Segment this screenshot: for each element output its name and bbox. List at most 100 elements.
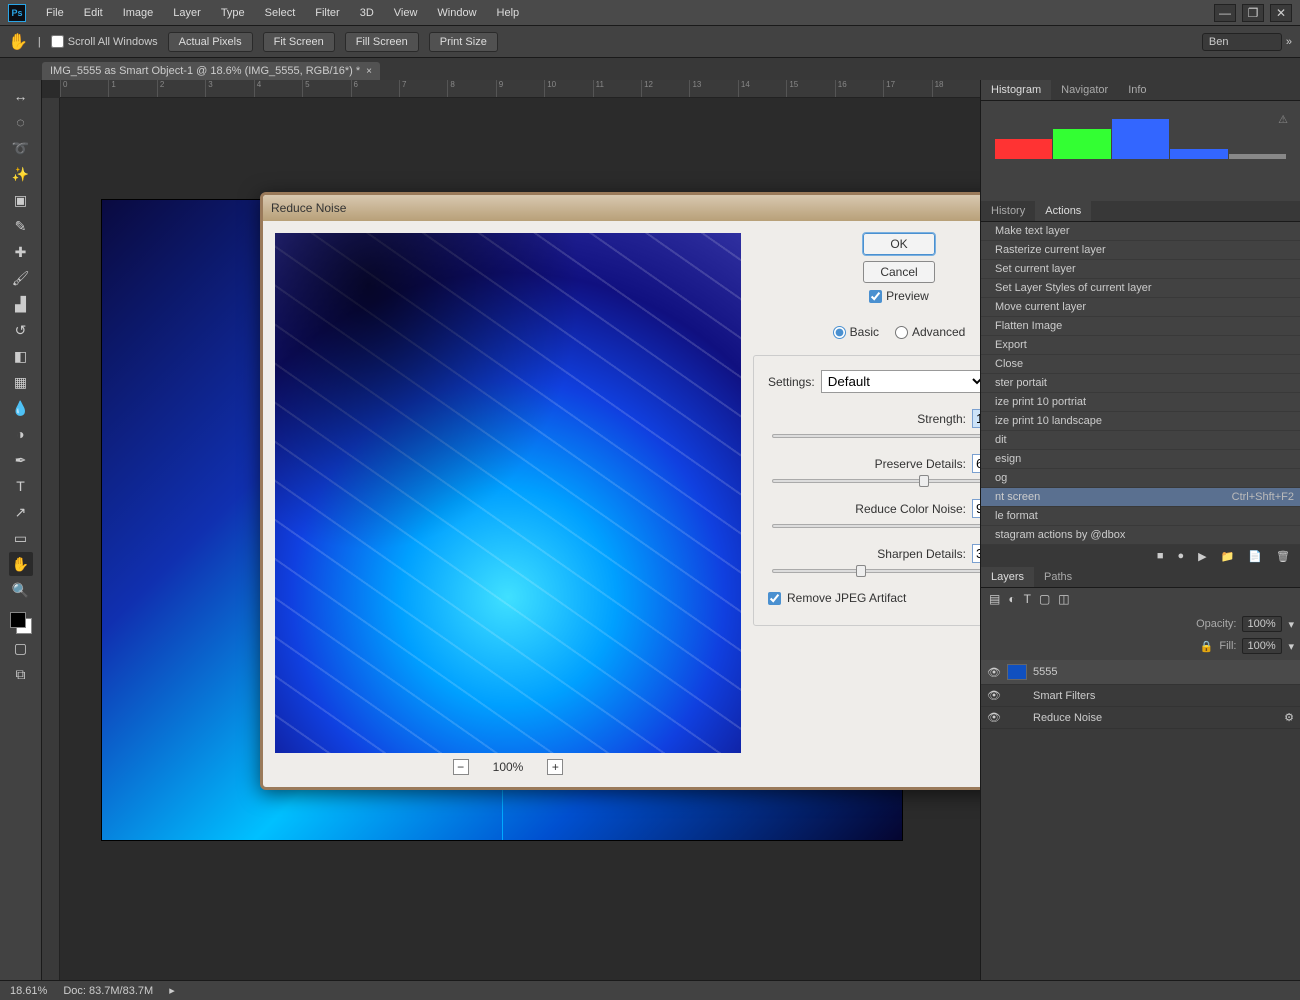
menu-window[interactable]: Window	[427, 3, 486, 23]
tab-layers[interactable]: Layers	[981, 567, 1034, 587]
hand-tool-icon[interactable]: ✋	[9, 552, 33, 576]
strength-slider[interactable]	[772, 434, 980, 438]
action-item[interactable]: ster portait	[981, 374, 1300, 393]
visibility-icon[interactable]: 👁	[987, 711, 1001, 724]
action-item[interactable]: esign	[981, 450, 1300, 469]
stamp-tool-icon[interactable]: ▟	[9, 292, 33, 316]
basic-radio-input[interactable]	[833, 326, 846, 339]
menu-file[interactable]: File	[36, 3, 74, 23]
menu-3d[interactable]: 3D	[350, 3, 384, 23]
remove-jpeg-input[interactable]	[768, 592, 781, 605]
filter-row[interactable]: 👁 Reduce Noise ⚙	[981, 707, 1300, 729]
window-minimize-icon[interactable]: —	[1214, 4, 1236, 22]
color-swatches[interactable]	[10, 612, 32, 634]
trash-icon[interactable]: 🗑	[1276, 550, 1290, 563]
filter-adjust-icon[interactable]: ◐	[1008, 592, 1015, 606]
healing-tool-icon[interactable]: ✚	[9, 240, 33, 264]
play-icon[interactable]: ▶	[1198, 550, 1206, 563]
status-arrow-icon[interactable]: ▸	[169, 984, 175, 997]
type-tool-icon[interactable]: T	[9, 474, 33, 498]
action-item[interactable]: Close	[981, 355, 1300, 374]
advanced-radio[interactable]: Advanced	[895, 325, 965, 339]
visibility-icon[interactable]: 👁	[987, 666, 1001, 679]
zoom-tool-icon[interactable]: 🔍	[9, 578, 33, 602]
sharpen-details-input[interactable]	[972, 544, 980, 563]
fill-screen-button[interactable]: Fill Screen	[345, 32, 419, 52]
scroll-all-checkbox[interactable]: Scroll All Windows	[51, 35, 158, 48]
layer-list[interactable]: 👁 5555 👁 Smart Filters 👁 Reduce Noise ⚙	[981, 660, 1300, 980]
fill-value[interactable]: 100%	[1242, 638, 1282, 654]
dialog-preview-image[interactable]	[275, 233, 741, 753]
move-tool-icon[interactable]: ↔	[9, 84, 33, 108]
history-brush-icon[interactable]: ↺	[9, 318, 33, 342]
cancel-button[interactable]: Cancel	[863, 261, 935, 283]
action-item[interactable]: stagram actions by @dbox	[981, 526, 1300, 545]
tab-actions[interactable]: Actions	[1035, 201, 1091, 221]
action-item[interactable]: ize print 10 landscape	[981, 412, 1300, 431]
chevron-down-icon[interactable]: ▾	[1288, 618, 1294, 631]
action-item[interactable]: Export	[981, 336, 1300, 355]
action-item[interactable]: Set Layer Styles of current layer	[981, 279, 1300, 298]
brush-tool-icon[interactable]: 🖌	[9, 266, 33, 290]
warning-icon[interactable]: ⚠	[1278, 113, 1288, 126]
pen-tool-icon[interactable]: ✒	[9, 448, 33, 472]
preview-checkbox[interactable]: Preview	[869, 289, 929, 303]
layer-thumbnail[interactable]	[1007, 664, 1027, 680]
window-restore-icon[interactable]: ❐	[1242, 4, 1264, 22]
shape-tool-icon[interactable]: ▭	[9, 526, 33, 550]
visibility-icon[interactable]: 👁	[987, 689, 1001, 702]
tab-histogram[interactable]: Histogram	[981, 80, 1051, 100]
print-size-button[interactable]: Print Size	[429, 32, 498, 52]
scroll-all-input[interactable]	[51, 35, 64, 48]
tab-info[interactable]: Info	[1118, 80, 1156, 100]
filter-shape-icon[interactable]: ▢	[1039, 592, 1050, 606]
action-item[interactable]: dit	[981, 431, 1300, 450]
filter-type-icon[interactable]: T	[1024, 592, 1031, 606]
preserve-details-input[interactable]	[972, 454, 980, 473]
menu-edit[interactable]: Edit	[74, 3, 113, 23]
crop-tool-icon[interactable]: ▣	[9, 188, 33, 212]
expand-panels-icon[interactable]: »	[1286, 36, 1292, 48]
tab-history[interactable]: History	[981, 201, 1035, 221]
menu-select[interactable]: Select	[255, 3, 306, 23]
preserve-details-slider[interactable]	[772, 479, 980, 483]
action-item[interactable]: ize print 10 portriat	[981, 393, 1300, 412]
action-item[interactable]: Set current layer	[981, 260, 1300, 279]
actual-pixels-button[interactable]: Actual Pixels	[168, 32, 253, 52]
gradient-tool-icon[interactable]: ▦	[9, 370, 33, 394]
filter-smart-icon[interactable]: ◫	[1058, 592, 1069, 606]
window-close-icon[interactable]: ✕	[1270, 4, 1292, 22]
menu-view[interactable]: View	[384, 3, 428, 23]
menu-layer[interactable]: Layer	[163, 3, 211, 23]
dialog-titlebar[interactable]: Reduce Noise ✕	[263, 195, 980, 221]
tab-paths[interactable]: Paths	[1034, 567, 1082, 587]
opacity-value[interactable]: 100%	[1242, 616, 1282, 632]
smart-filters-row[interactable]: 👁 Smart Filters	[981, 685, 1300, 707]
action-item-selected[interactable]: nt screenCtrl+Shft+F2	[981, 488, 1300, 507]
chevron-down-icon[interactable]: ▾	[1288, 640, 1294, 653]
screenmode-icon[interactable]: ⧉	[9, 662, 33, 686]
tab-navigator[interactable]: Navigator	[1051, 80, 1118, 100]
quickmask-icon[interactable]: ▢	[9, 636, 33, 660]
fit-screen-button[interactable]: Fit Screen	[263, 32, 335, 52]
reduce-color-noise-slider[interactable]	[772, 524, 980, 528]
lasso-tool-icon[interactable]: ➰	[9, 136, 33, 160]
action-item[interactable]: og	[981, 469, 1300, 488]
action-item[interactable]: Rasterize current layer	[981, 241, 1300, 260]
menu-image[interactable]: Image	[113, 3, 164, 23]
canvas-area[interactable]: 0123456789101112131415161718 Reduce Nois…	[42, 80, 980, 980]
marquee-tool-icon[interactable]: ◌	[9, 110, 33, 134]
ok-button[interactable]: OK	[863, 233, 935, 255]
layer-row[interactable]: 👁 5555	[981, 660, 1300, 685]
menu-filter[interactable]: Filter	[305, 3, 349, 23]
advanced-radio-input[interactable]	[895, 326, 908, 339]
menu-help[interactable]: Help	[487, 3, 530, 23]
action-item[interactable]: le format	[981, 507, 1300, 526]
dodge-tool-icon[interactable]: ◑	[9, 422, 33, 446]
new-action-icon[interactable]: 📄	[1248, 550, 1262, 563]
document-tab[interactable]: IMG_5555 as Smart Object-1 @ 18.6% (IMG_…	[42, 62, 380, 80]
preview-checkbox-input[interactable]	[869, 290, 882, 303]
blur-tool-icon[interactable]: 💧	[9, 396, 33, 420]
sharpen-details-slider[interactable]	[772, 569, 980, 573]
settings-select[interactable]: Default	[821, 370, 980, 393]
